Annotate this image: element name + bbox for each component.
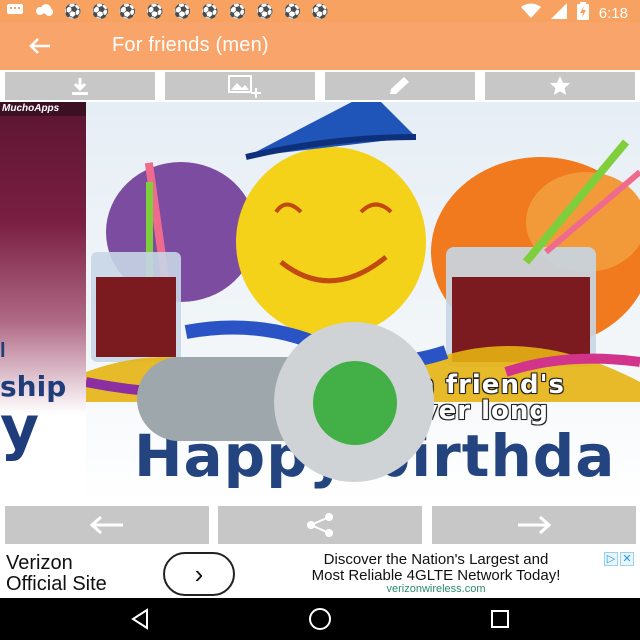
card-navigation [0, 502, 640, 550]
ad-message: Discover the Nation's Largest and Most R… [238, 552, 634, 584]
ad-brand-line: Official Site [6, 573, 107, 595]
ad-choices[interactable]: ▷ ✕ [604, 552, 634, 566]
page-title: For friends (men) [112, 34, 269, 56]
system-recents-button[interactable] [480, 604, 520, 634]
soccer-ball-icon: ⚽ [146, 3, 164, 19]
arrow-left-icon [89, 515, 123, 535]
next-button[interactable] [432, 506, 636, 544]
card-text-fragment: l [0, 340, 6, 362]
system-back-button[interactable] [120, 604, 160, 634]
system-navigation-bar [0, 598, 640, 640]
toggle-on-indicator [313, 361, 397, 445]
soccer-ball-icon: ⚽ [118, 3, 137, 19]
arrow-left-icon [29, 38, 50, 54]
card-text-fragment: y [0, 393, 40, 463]
system-home-button[interactable] [300, 604, 340, 634]
ad-brand-line: Verizon [6, 552, 73, 574]
cloud-icon [34, 3, 54, 20]
soccer-ball-icon: ⚽ [256, 3, 274, 19]
share-button[interactable] [218, 506, 422, 544]
soccer-ball-icon: ⚽ [201, 3, 219, 19]
ad-url: verizonwireless.com [386, 583, 486, 595]
ad-banner[interactable]: Verizon Official Site › Discover the Nat… [0, 550, 640, 598]
message-icon [6, 3, 24, 20]
edit-button[interactable] [325, 72, 475, 100]
soccer-ball-icon: ⚽ [310, 3, 329, 19]
back-button[interactable] [26, 32, 54, 60]
set-wallpaper-button[interactable] [165, 72, 315, 100]
image-add-icon [228, 75, 261, 98]
wifi-icon [520, 3, 541, 23]
soccer-ball-icon: ⚽ [228, 3, 247, 19]
soccer-ball-icon: ⚽ [173, 3, 192, 19]
previous-button[interactable] [5, 506, 209, 544]
status-bar: ⚽ ⚽ ⚽ ⚽ ⚽ ⚽ ⚽ ⚽ ⚽ ⚽ 6:18 [0, 0, 640, 22]
download-icon [72, 78, 88, 95]
app-bar: For friends (men) [0, 22, 640, 70]
arrow-right-icon [518, 515, 552, 535]
soccer-ball-icon: ⚽ [64, 3, 82, 19]
battery-charging-icon [576, 2, 589, 24]
ad-open-button[interactable]: › [163, 552, 235, 596]
chevron-right-icon: › [194, 558, 204, 589]
adchoices-icon[interactable]: ▷ [604, 552, 618, 566]
home-icon [309, 608, 331, 630]
recents-icon [491, 610, 509, 628]
favorite-button[interactable] [485, 72, 635, 100]
star-icon [550, 76, 570, 95]
previous-card-preview[interactable]: MuchoApps l ship y [0, 102, 86, 502]
back-icon [131, 608, 148, 630]
soccer-ball-icon: ⚽ [283, 3, 301, 19]
download-button[interactable] [5, 72, 155, 100]
system-status: 6:18 [520, 2, 628, 24]
brand-watermark: MuchoApps [0, 102, 86, 116]
share-icon [307, 513, 333, 537]
notification-icons: ⚽ ⚽ ⚽ ⚽ ⚽ ⚽ ⚽ ⚽ ⚽ ⚽ [6, 3, 328, 20]
action-toolbar [0, 70, 640, 102]
clock: 6:18 [598, 4, 628, 22]
pencil-icon [390, 77, 409, 94]
soccer-ball-icon: ⚽ [91, 3, 109, 19]
ad-message-line: Discover the Nation's Largest and [323, 551, 549, 568]
ad-message-line: Most Reliable 4GLTE Network Today! [311, 567, 561, 584]
signal-icon [550, 3, 567, 23]
card-viewer[interactable]: MuchoApps l ship y friend's long Happy b… [0, 102, 640, 502]
close-icon[interactable]: ✕ [620, 552, 634, 566]
